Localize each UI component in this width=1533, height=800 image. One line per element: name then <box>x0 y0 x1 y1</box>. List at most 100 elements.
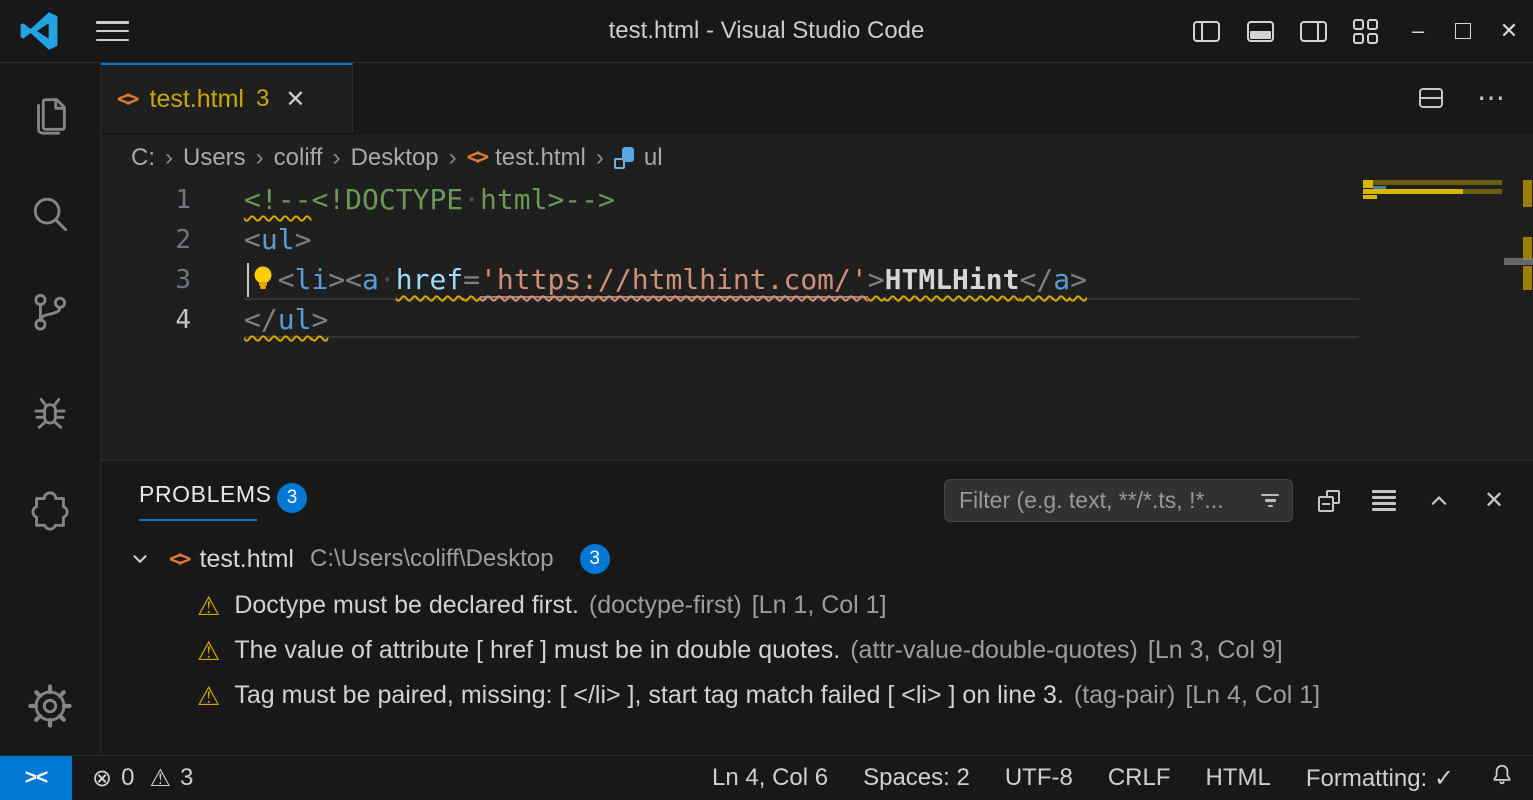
breadcrumb-coliff[interactable]: coliff <box>274 144 323 172</box>
run-debug-icon[interactable] <box>26 388 74 436</box>
code-line-4[interactable]: 4 </ul> <box>101 300 1361 340</box>
more-actions-icon[interactable]: ⋯ <box>1477 88 1505 108</box>
html-file-icon: <> <box>467 145 486 170</box>
tab-problems[interactable]: PROBLEMS <box>139 481 272 508</box>
view-as-table-icon[interactable] <box>1371 488 1397 514</box>
tab-label: test.html <box>150 85 244 114</box>
remote-indicator[interactable]: >< <box>0 756 72 800</box>
vscode-window: test.html - Visual Studio Code – ✕ <box>0 0 1533 800</box>
language-mode[interactable]: HTML <box>1206 764 1271 792</box>
warning-ruler-mark <box>1523 266 1532 290</box>
search-icon[interactable] <box>26 190 74 238</box>
problem-source: (attr-value-double-quotes) <box>850 636 1138 665</box>
code-token-link[interactable]: 'https://htmlhint.com/' <box>480 263 868 298</box>
html-file-icon: <> <box>117 87 136 112</box>
split-editor-icon[interactable] <box>1419 88 1443 108</box>
code-token: > <box>295 223 312 256</box>
problems-count-badge: 3 <box>277 483 307 513</box>
code-text: <!--<!DOCTYPE·html>--> <box>244 180 615 220</box>
file-path: C:\Users\coliff\Desktop <box>310 545 554 573</box>
problems-filter <box>944 479 1293 522</box>
code-token: li <box>295 263 329 296</box>
toggle-panel-icon[interactable] <box>1246 19 1274 43</box>
source-control-icon[interactable] <box>26 288 74 336</box>
maximize-button[interactable] <box>1449 19 1477 43</box>
code-token: > <box>868 263 885 296</box>
breadcrumb-file[interactable]: test.html <box>495 144 586 172</box>
problem-source: (tag-pair) <box>1074 681 1175 710</box>
cursor-position[interactable]: Ln 4, Col 6 <box>712 764 828 792</box>
problem-row-3[interactable]: ⚠ Tag must be paired, missing: [ </li> ]… <box>101 673 1320 718</box>
breadcrumb-users[interactable]: Users <box>183 144 246 172</box>
problem-row-2[interactable]: ⚠ The value of attribute [ href ] must b… <box>101 628 1283 673</box>
editor-actions: ⋯ <box>1419 63 1505 133</box>
filter-input[interactable] <box>957 486 1254 515</box>
code-line-3[interactable]: 3 <li><a·href='https://htmlhint.com/'>HT… <box>101 260 1361 300</box>
code-token: ul <box>278 303 312 336</box>
close-window-button[interactable]: ✕ <box>1495 19 1523 43</box>
code-line-1[interactable]: 1 <!--<!DOCTYPE·html>--> <box>101 180 1361 220</box>
vscode-logo-icon <box>19 11 59 51</box>
extensions-icon[interactable] <box>26 486 74 534</box>
code-token: html>--> <box>480 183 615 216</box>
scrollbar-slider[interactable] <box>1504 258 1533 265</box>
error-count: 0 <box>121 764 134 792</box>
tab-strip: <> test.html 3 ✕ ⋯ <box>101 63 1533 135</box>
code-line-2[interactable]: 2 <ul> <box>101 220 1361 260</box>
code-token: <!-- <box>244 183 311 216</box>
breadcrumb-drive[interactable]: C: <box>131 144 155 172</box>
code-token: HTMLHint <box>885 263 1020 296</box>
breadcrumb-separator: › <box>449 144 457 172</box>
text-cursor <box>247 263 249 297</box>
titlebar: test.html - Visual Studio Code – ✕ <box>0 0 1533 63</box>
minimap-mark <box>1363 189 1463 194</box>
whitespace-dot: · <box>463 183 480 216</box>
tab-test-html[interactable]: <> test.html 3 ✕ <box>101 63 353 133</box>
problem-position: [Ln 1, Col 1] <box>752 591 887 620</box>
indentation[interactable]: Spaces: 2 <box>863 764 970 792</box>
breadcrumb-symbol[interactable]: ul <box>644 144 663 172</box>
maximize-panel-icon[interactable] <box>1426 488 1452 514</box>
toggle-sidebar-icon[interactable] <box>1192 19 1220 43</box>
settings-gear-icon[interactable] <box>26 682 74 730</box>
code-token: < <box>278 263 295 296</box>
code-editor[interactable]: 1 <!--<!DOCTYPE·html>--> 2 <ul> 3 <li><a… <box>101 180 1533 460</box>
menu-icon[interactable] <box>96 21 129 41</box>
problem-message: Doctype must be declared first. <box>234 591 579 620</box>
encoding[interactable]: UTF-8 <box>1005 764 1073 792</box>
minimap[interactable] <box>1363 180 1504 460</box>
collapse-all-icon[interactable] <box>1316 488 1342 514</box>
breadcrumb-separator: › <box>256 144 264 172</box>
warning-ruler-mark <box>1523 237 1532 260</box>
overview-ruler-scrollbar[interactable] <box>1504 180 1533 460</box>
explorer-icon[interactable] <box>26 90 74 138</box>
line-number: 3 <box>101 260 191 300</box>
customize-layout-icon[interactable] <box>1352 19 1380 43</box>
code-token: </ <box>244 303 278 336</box>
warning-count: 3 <box>180 764 193 792</box>
status-problems-summary[interactable]: ⊗ 0 ⚠ 3 <box>92 764 193 793</box>
notifications-bell-icon[interactable] <box>1489 762 1515 795</box>
problems-file-group[interactable]: <> test.html C:\Users\coliff\Desktop 3 <box>101 539 610 579</box>
close-panel-icon[interactable]: ✕ <box>1481 488 1507 514</box>
warning-icon: ⚠ <box>149 764 171 793</box>
chevron-down-icon[interactable] <box>129 548 151 570</box>
formatting-status[interactable]: Formatting: ✓ <box>1306 764 1454 793</box>
problem-message: The value of attribute [ href ] must be … <box>234 636 840 665</box>
toggle-secondary-sidebar-icon[interactable] <box>1299 19 1327 43</box>
minimize-button[interactable]: – <box>1404 19 1432 43</box>
code-token: > <box>311 303 328 336</box>
code-text: </ul> <box>244 300 328 340</box>
breadcrumb-desktop[interactable]: Desktop <box>351 144 439 172</box>
problem-row-1[interactable]: ⚠ Doctype must be declared first. (docty… <box>101 583 887 628</box>
panel-actions: ✕ <box>1316 479 1507 522</box>
whitespace-dot: · <box>379 263 396 296</box>
breadcrumb-separator: › <box>596 144 604 172</box>
tab-close-icon[interactable]: ✕ <box>285 85 305 114</box>
eol-sequence[interactable]: CRLF <box>1108 764 1171 792</box>
lightbulb-icon[interactable] <box>251 265 275 291</box>
warning-ruler-mark <box>1523 180 1532 207</box>
problem-source: (doctype-first) <box>589 591 742 620</box>
code-token: ul <box>261 223 295 256</box>
line-number: 4 <box>101 300 191 340</box>
